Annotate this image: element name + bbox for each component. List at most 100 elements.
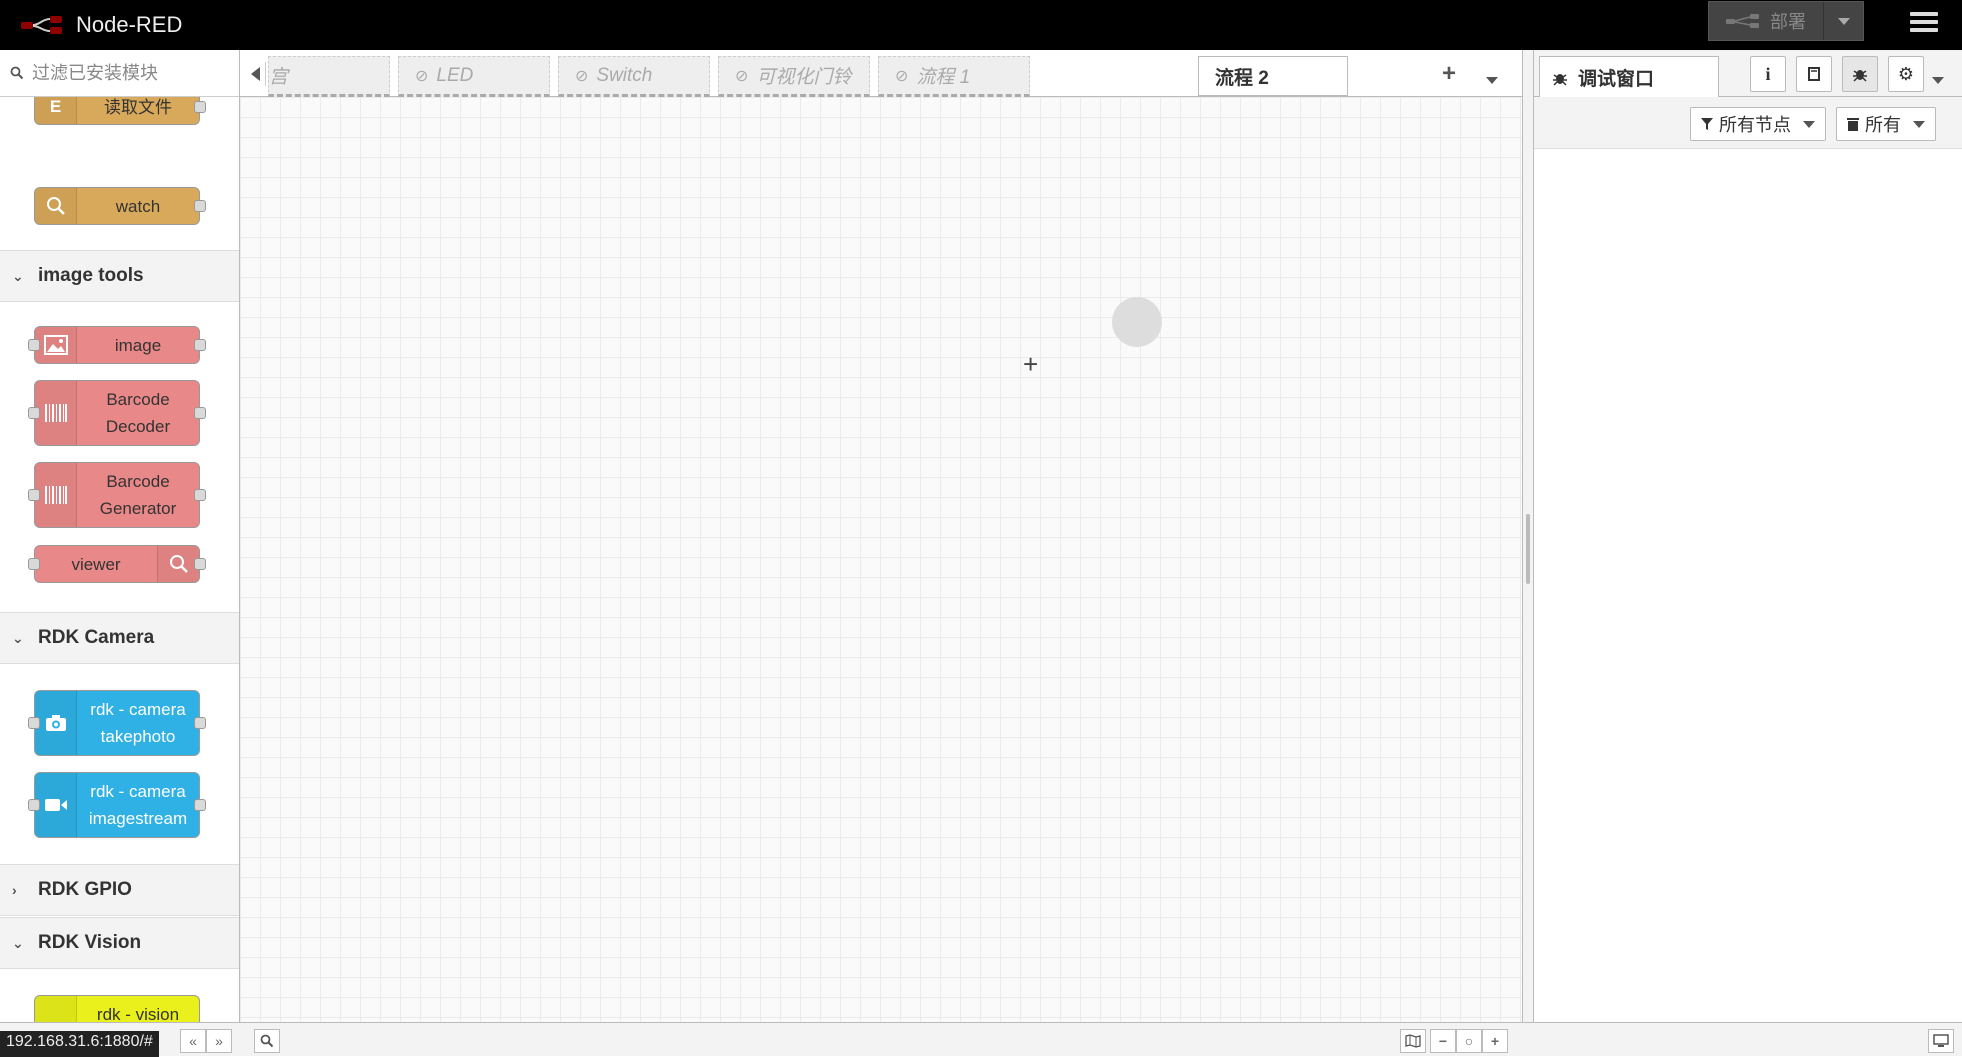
input-port <box>28 489 40 501</box>
info-icon: i <box>1765 63 1771 84</box>
workspace-canvas[interactable]: + <box>240 97 1522 1022</box>
palette-node-camera-takephoto[interactable]: rdk - camera takephoto <box>28 690 206 756</box>
category-rdk-gpio[interactable]: › RDK GPIO <box>0 864 239 916</box>
add-tab-button[interactable]: + <box>1442 60 1456 88</box>
book-icon <box>1808 67 1820 81</box>
sidebar-tabs: 调试窗口 i ⚙ <box>1534 50 1962 98</box>
zoom-reset-button[interactable]: ○ <box>1456 1029 1482 1053</box>
palette-node-file-in[interactable]: E 读取文件 <box>34 97 206 125</box>
gear-icon: ⚙ <box>1897 63 1915 84</box>
monitor-icon <box>1933 1034 1949 1047</box>
sidebar-config-button[interactable]: ⚙ <box>1888 56 1924 92</box>
app-title: Node-RED <box>76 12 183 37</box>
deploy-icon <box>1726 14 1759 28</box>
category-image-tools[interactable]: ⌄ image tools <box>0 250 239 302</box>
node-red-logo-icon <box>21 16 62 34</box>
sidebar-separator[interactable] <box>1522 50 1534 1022</box>
clear-messages-dropdown[interactable]: 所有 <box>1836 107 1936 141</box>
tab-switch[interactable]: ⊘ Switch <box>558 56 710 97</box>
collapse-all-button[interactable]: « <box>180 1029 206 1053</box>
palette: E 读取文件 watch ⌄ image tools image <box>0 50 240 1022</box>
app-logo: Node-RED <box>20 10 182 40</box>
barcode-icon <box>35 381 77 445</box>
input-port <box>28 558 40 570</box>
disabled-icon: ⊘ <box>575 67 589 85</box>
caret-down-icon <box>1486 77 1498 84</box>
tab-visual-doorbell[interactable]: ⊘ 可视化门铃 <box>718 56 870 97</box>
sidebar-tab-debug[interactable]: 调试窗口 <box>1539 56 1719 98</box>
sidebar: 调试窗口 i ⚙ 所有节点 所有 <box>1534 50 1962 1022</box>
footer-bar: 192.168.31.6:1880/# « » − ○ + <box>0 1022 1962 1057</box>
caret-down-icon <box>1913 120 1925 128</box>
palette-node-vision-yolov3[interactable]: rdk - vision yolov3 <box>34 995 200 1022</box>
disabled-icon: ⊘ <box>415 67 429 85</box>
sidebar-toggle-button[interactable] <box>1928 1029 1954 1053</box>
input-port <box>28 799 40 811</box>
minus-icon: − <box>1438 1033 1448 1049</box>
output-port <box>194 339 206 351</box>
crosshair-cursor-icon: + <box>1023 349 1039 379</box>
chevron-down-icon: ⌄ <box>12 934 24 951</box>
caret-down-icon <box>1932 77 1944 84</box>
drag-handle[interactable] <box>1526 514 1530 584</box>
caret-left-icon <box>250 67 260 81</box>
zoom-controls: − ○ + <box>1400 1029 1508 1053</box>
output-port <box>194 558 206 570</box>
tab-flow-2[interactable]: 流程 2 <box>1198 56 1348 98</box>
sidebar-info-button[interactable]: i <box>1750 56 1786 92</box>
workspace-tabs: 宫 ⊘ LED ⊘ Switch ⊘ 可视化门铃 ⊘ 流程 1 流程 2 + <box>240 50 1522 98</box>
deploy-button[interactable]: 部署 <box>1709 2 1823 40</box>
tab-flow-partial[interactable]: 宫 <box>268 56 390 97</box>
palette-node-camera-imagestream[interactable]: rdk - camera imagestream <box>28 772 206 838</box>
zoom-in-button[interactable]: + <box>1482 1029 1508 1053</box>
zoom-out-button[interactable]: − <box>1430 1029 1456 1053</box>
deploy-button-group: 部署 <box>1708 1 1864 41</box>
expand-all-button[interactable]: » <box>206 1029 232 1053</box>
status-url: 192.168.31.6:1880/# <box>0 1031 159 1057</box>
palette-node-image[interactable]: image <box>28 326 206 364</box>
output-port <box>194 489 206 501</box>
barcode-icon <box>35 463 77 527</box>
chevron-right-icon: › <box>12 882 17 898</box>
click-indicator <box>1112 297 1162 347</box>
video-camera-icon <box>35 773 77 837</box>
input-port <box>28 407 40 419</box>
bug-icon <box>1853 70 1867 82</box>
disabled-icon: ⊘ <box>735 67 749 85</box>
navigator-button[interactable] <box>1400 1029 1426 1053</box>
tabs-scroll-left[interactable] <box>246 62 266 86</box>
filter-nodes-dropdown[interactable]: 所有节点 <box>1690 107 1826 141</box>
caret-down-icon <box>1837 17 1850 25</box>
tab-led[interactable]: ⊘ LED <box>398 56 550 97</box>
sidebar-debug-button[interactable] <box>1842 56 1878 92</box>
output-port <box>194 407 206 419</box>
palette-node-watch[interactable]: watch <box>34 187 206 225</box>
bug-icon <box>1553 73 1567 86</box>
palette-node-barcode-generator[interactable]: Barcode Generator <box>28 462 206 528</box>
debug-toolbar: 所有节点 所有 <box>1534 97 1962 149</box>
magnifier-icon <box>35 188 77 224</box>
main-menu-button[interactable] <box>1910 9 1938 35</box>
file-icon: E <box>35 97 77 124</box>
plus-icon: + <box>1490 1033 1500 1049</box>
palette-node-viewer[interactable]: viewer <box>28 545 206 583</box>
category-rdk-vision[interactable]: ⌄ RDK Vision <box>0 917 239 969</box>
deploy-menu-button[interactable] <box>1823 2 1863 40</box>
sidebar-more-menu[interactable] <box>1932 68 1944 89</box>
palette-node-barcode-decoder[interactable]: Barcode Decoder <box>28 380 206 446</box>
chevron-down-icon: ⌄ <box>12 267 24 284</box>
output-port <box>194 717 206 729</box>
workspace-search-button[interactable] <box>254 1029 280 1053</box>
deploy-label: 部署 <box>1770 12 1806 32</box>
tab-flow-1[interactable]: ⊘ 流程 1 <box>878 56 1030 97</box>
tab-list-menu-button[interactable] <box>1486 68 1498 89</box>
header-bar: Node-RED 部署 <box>0 0 1962 50</box>
palette-search-input[interactable] <box>32 62 232 84</box>
sidebar-help-button[interactable] <box>1796 56 1832 92</box>
input-port <box>28 339 40 351</box>
output-port <box>194 200 206 212</box>
chevron-down-icon: ⌄ <box>12 629 24 646</box>
output-port <box>194 799 206 811</box>
category-rdk-camera[interactable]: ⌄ RDK Camera <box>0 612 239 664</box>
double-chevron-up-icon: « <box>189 1033 197 1049</box>
